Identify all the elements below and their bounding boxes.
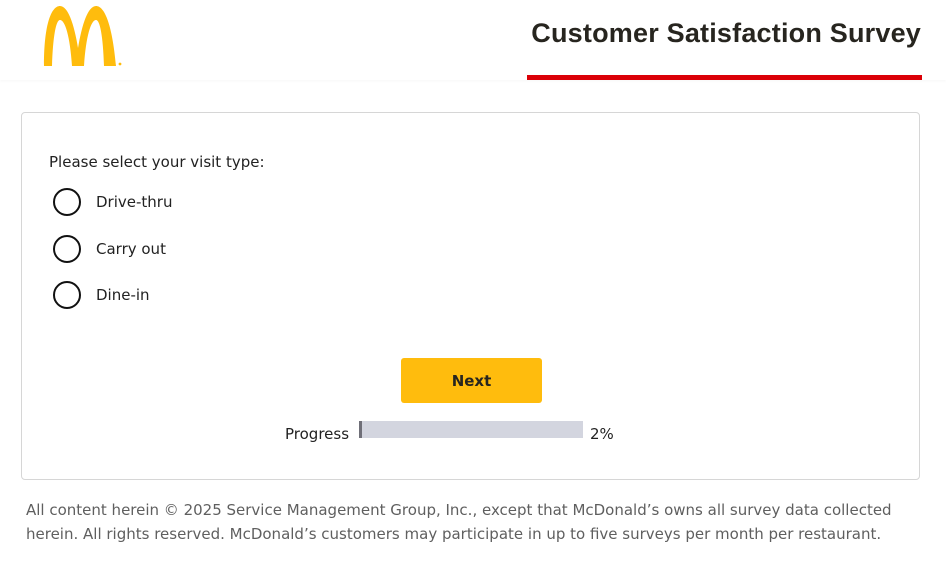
progress-label: Progress [285,425,350,443]
option-carry-out[interactable]: Carry out [53,233,166,265]
progress-bar [359,421,583,438]
next-button[interactable]: Next [401,358,542,403]
option-label: Dine-in [96,286,150,304]
page-header: Customer Satisfaction Survey [0,0,946,80]
survey-title: Customer Satisfaction Survey [531,18,921,48]
option-label: Carry out [96,240,166,258]
progress-fill [359,421,363,438]
title-underline [527,75,922,80]
radio-button[interactable] [53,235,81,263]
question-text: Please select your visit type: [49,153,265,171]
progress-value: 2% [590,425,614,443]
option-label: Drive-thru [96,193,173,211]
footer-copyright: All content herein © 2025 Service Manage… [26,501,892,543]
mcdonalds-logo-icon [44,6,122,66]
option-drive-thru[interactable]: Drive-thru [53,186,172,218]
radio-button[interactable] [53,281,81,309]
option-dine-in[interactable]: Dine-in [53,279,150,311]
radio-button[interactable] [53,188,81,216]
